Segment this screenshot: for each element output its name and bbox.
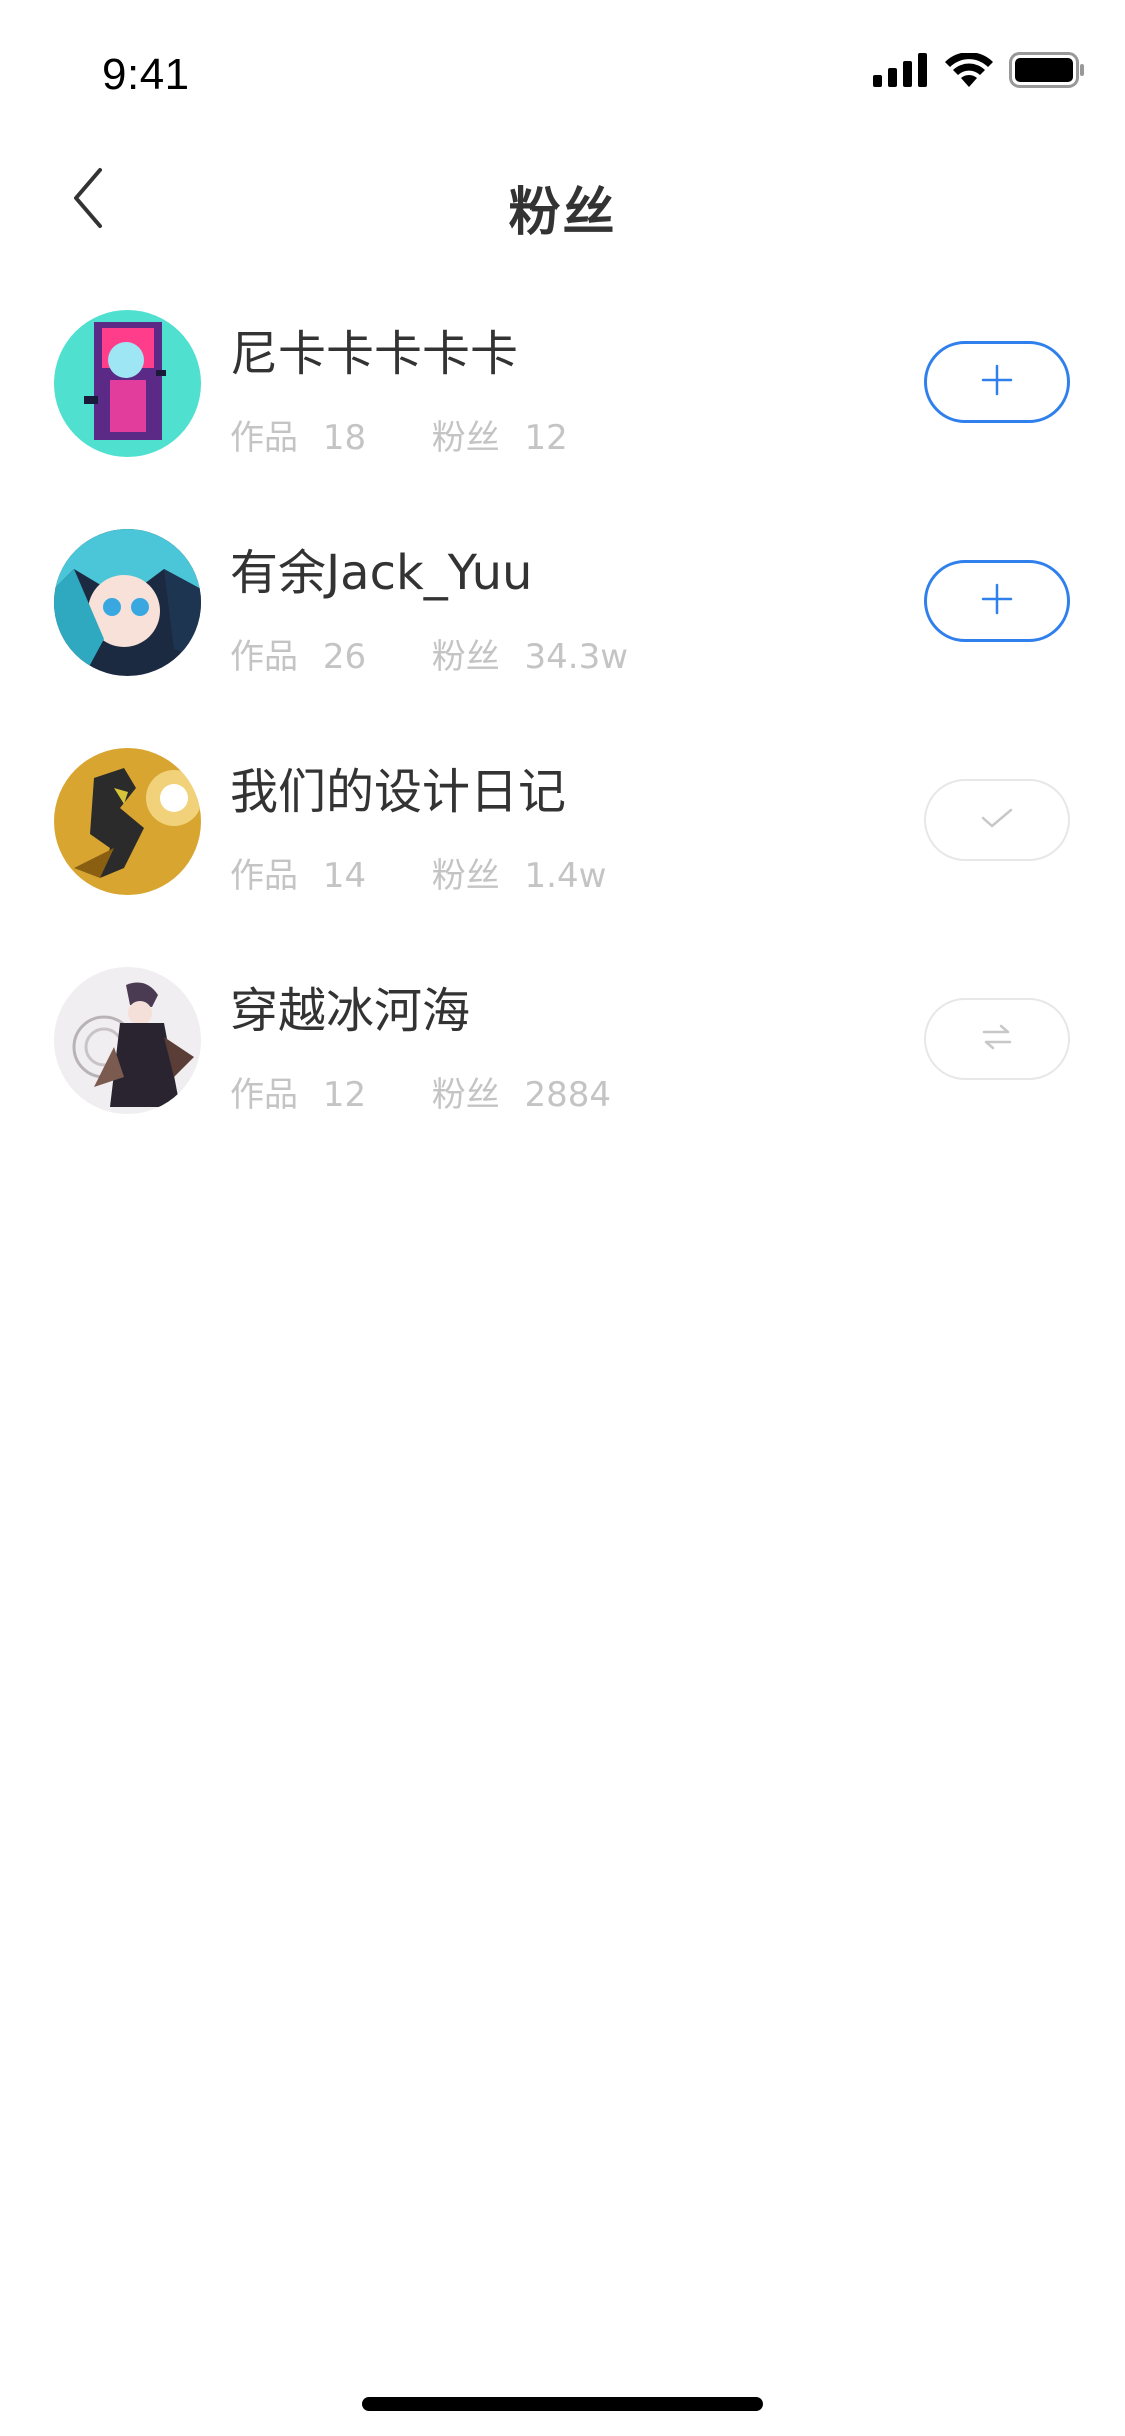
status-icons — [873, 50, 1085, 90]
avatar[interactable] — [54, 967, 201, 1114]
fans-count: 1.4w — [524, 856, 607, 896]
nav-bar: 粉丝 — [0, 150, 1125, 250]
page-title: 粉丝 — [508, 183, 617, 243]
works-label: 作品 — [230, 1075, 298, 1115]
works-label: 作品 — [230, 637, 298, 677]
list-item[interactable]: 尼卡卡卡卡卡 作品 18 粉丝 12 — [0, 300, 1125, 519]
fan-stats: 作品 14 粉丝 1.4w — [230, 848, 606, 897]
fan-name[interactable]: 穿越冰河海 — [230, 971, 470, 1041]
fan-stats: 作品 12 粉丝 2884 — [230, 1067, 611, 1116]
cellular-signal-icon — [873, 53, 929, 87]
mutual-follow-icon — [980, 1023, 1014, 1055]
fans-count: 12 — [524, 418, 568, 458]
avatar[interactable] — [54, 748, 201, 895]
fans-screen: 9:41 粉丝 尼卡卡卡卡卡 作品 18 粉丝 12 有余Jack_Yuu 作品… — [0, 0, 1125, 2436]
fans-label: 粉丝 — [431, 637, 500, 677]
check-icon — [980, 806, 1014, 834]
works-count: 18 — [322, 418, 367, 458]
fan-name[interactable]: 有余Jack_Yuu — [230, 533, 532, 603]
status-time: 9:41 — [102, 50, 190, 99]
works-label: 作品 — [230, 856, 298, 896]
fans-label: 粉丝 — [431, 856, 500, 896]
fans-count: 2884 — [524, 1075, 612, 1115]
plus-icon — [981, 583, 1013, 619]
battery-icon — [1009, 52, 1085, 88]
follow-button[interactable] — [924, 341, 1070, 423]
status-bar: 9:41 — [0, 0, 1125, 132]
fans-label: 粉丝 — [431, 418, 500, 458]
avatar[interactable] — [54, 529, 201, 676]
fan-stats: 作品 18 粉丝 12 — [230, 410, 568, 459]
fan-list: 尼卡卡卡卡卡 作品 18 粉丝 12 有余Jack_Yuu 作品 26 粉丝 3… — [0, 300, 1125, 1176]
avatar[interactable] — [54, 310, 201, 457]
plus-icon — [981, 364, 1013, 400]
fan-name[interactable]: 我们的设计日记 — [230, 752, 566, 822]
home-indicator — [362, 2397, 763, 2411]
fan-stats: 作品 26 粉丝 34.3w — [230, 629, 628, 678]
list-item[interactable]: 有余Jack_Yuu 作品 26 粉丝 34.3w — [0, 519, 1125, 738]
mutual-follow-button[interactable] — [924, 998, 1070, 1080]
list-item[interactable]: 穿越冰河海 作品 12 粉丝 2884 — [0, 957, 1125, 1176]
following-button[interactable] — [924, 779, 1070, 861]
fans-count: 34.3w — [524, 637, 629, 677]
works-count: 26 — [322, 637, 367, 677]
fan-name[interactable]: 尼卡卡卡卡卡 — [230, 314, 518, 384]
follow-button[interactable] — [924, 560, 1070, 642]
fans-label: 粉丝 — [431, 1075, 500, 1115]
wifi-icon — [945, 53, 993, 87]
works-label: 作品 — [230, 418, 298, 458]
works-count: 12 — [322, 1075, 367, 1115]
works-count: 14 — [322, 856, 367, 896]
list-item[interactable]: 我们的设计日记 作品 14 粉丝 1.4w — [0, 738, 1125, 957]
